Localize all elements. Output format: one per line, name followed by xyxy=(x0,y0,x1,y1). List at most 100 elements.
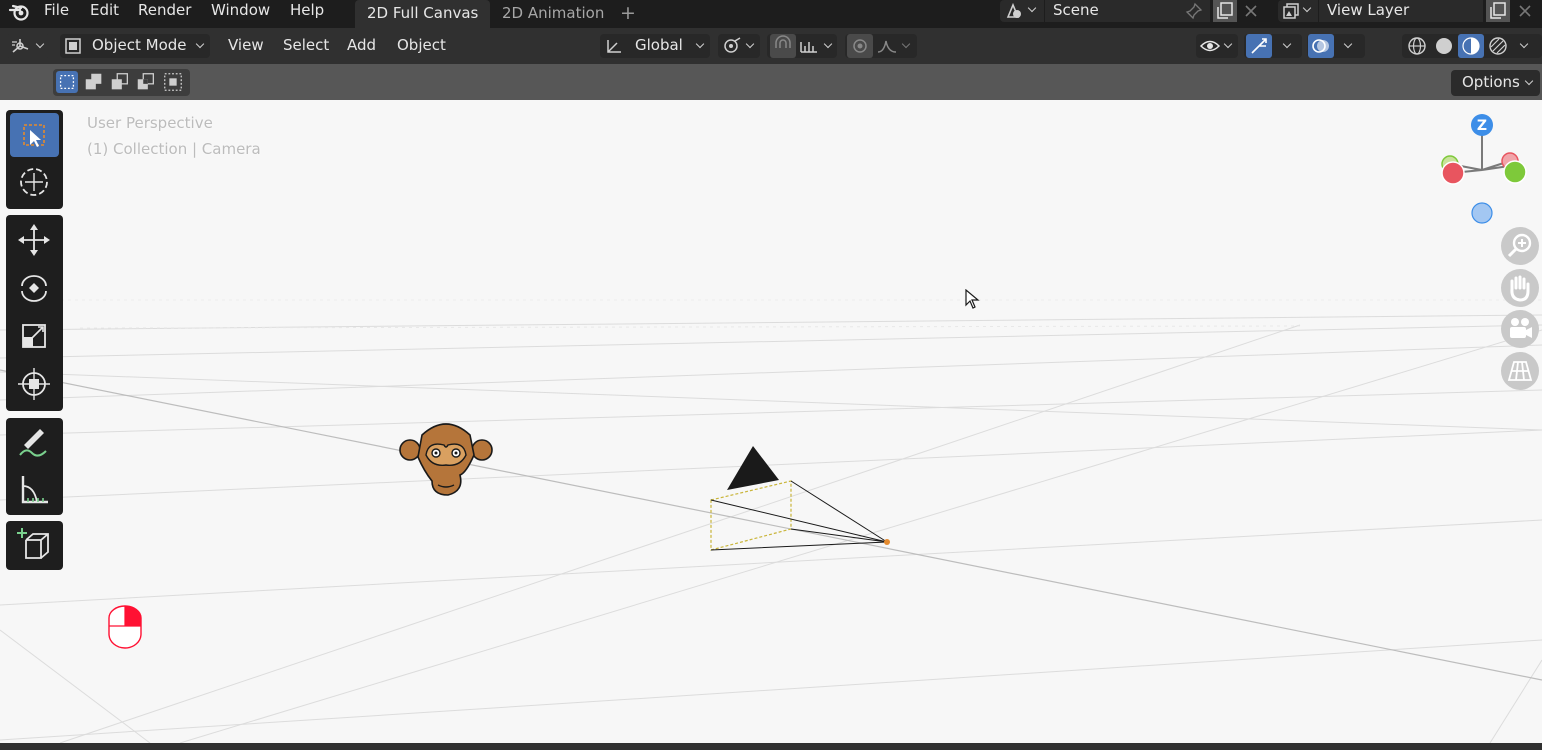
eye-icon xyxy=(1199,40,1221,52)
duplicate-scene-icon[interactable] xyxy=(1213,0,1237,22)
add-cube-tool[interactable] xyxy=(10,524,59,568)
tool-settings-header: Options xyxy=(0,64,1542,100)
annotate-tool[interactable] xyxy=(10,421,59,465)
active-object-overlay: (1) Collection | Camera xyxy=(87,140,261,158)
mode-selector[interactable]: Object Mode xyxy=(60,34,210,58)
menu-add[interactable]: Add xyxy=(347,34,376,58)
ortho-toggle-button[interactable] xyxy=(1501,352,1539,390)
blender-logo-icon[interactable] xyxy=(8,2,32,22)
pan-button[interactable] xyxy=(1501,269,1539,307)
measure-tool[interactable] xyxy=(10,468,59,512)
overlay-icon[interactable] xyxy=(1308,34,1334,58)
menu-file[interactable]: File xyxy=(44,1,69,25)
selection-mode-group xyxy=(53,69,190,96)
chevron-down-icon xyxy=(823,39,833,49)
zoom-button[interactable] xyxy=(1501,227,1539,265)
chevron-down-icon xyxy=(695,39,705,49)
chevron-down-icon xyxy=(1282,39,1292,49)
pin-icon[interactable] xyxy=(1185,2,1203,20)
select-invert-icon[interactable] xyxy=(135,71,157,93)
navigation-gizmo[interactable]: Z xyxy=(1430,112,1536,224)
close-view-layer-icon[interactable] xyxy=(1516,2,1534,20)
cursor-tool[interactable] xyxy=(10,160,59,204)
snap-controls[interactable] xyxy=(767,34,837,58)
menu-select[interactable]: Select xyxy=(283,34,329,58)
select-box-tool[interactable] xyxy=(10,113,59,157)
menu-help[interactable]: Help xyxy=(290,1,324,25)
top-bar: File Edit Render Window Help 2D Full Can… xyxy=(0,0,1542,28)
toolbar-add-group xyxy=(6,521,63,570)
menu-window[interactable]: Window xyxy=(211,1,270,25)
proportional-edit-icon[interactable] xyxy=(847,34,873,58)
menu-object[interactable]: Object xyxy=(397,34,446,58)
add-cube-icon xyxy=(17,528,49,559)
tab-2d-full-canvas[interactable]: 2D Full Canvas xyxy=(355,0,491,28)
transform-orientation-selector[interactable]: Global xyxy=(600,34,710,58)
falloff-icon[interactable] xyxy=(876,38,900,54)
chevron-down-icon xyxy=(1027,3,1037,13)
transform-tool[interactable] xyxy=(10,362,59,406)
annotate-icon xyxy=(19,429,47,457)
camera-view-button[interactable] xyxy=(1501,310,1539,348)
view-layer-name-field[interactable]: View Layer xyxy=(1319,0,1483,22)
move-tool[interactable] xyxy=(10,218,59,262)
visibility-selector[interactable] xyxy=(1196,34,1238,58)
rendered-shading-icon[interactable] xyxy=(1485,34,1511,58)
suzanne-monkey-object[interactable] xyxy=(398,415,494,499)
close-scene-icon[interactable] xyxy=(1242,2,1260,20)
snap-magnet-icon[interactable] xyxy=(770,34,796,58)
overlay-toggle[interactable] xyxy=(1307,34,1365,58)
transform-icon xyxy=(18,368,50,400)
tab-2d-animation[interactable]: 2D Animation xyxy=(490,0,616,28)
3d-viewport[interactable]: User Perspective (1) Collection | Camera xyxy=(0,100,1542,743)
select-new-icon[interactable] xyxy=(56,71,78,93)
gizmo-toggle[interactable] xyxy=(1244,34,1302,58)
scene-name-field[interactable]: Scene xyxy=(1045,0,1210,22)
mouse-button-indicator-icon xyxy=(108,605,142,649)
gizmo-icon[interactable] xyxy=(1246,34,1272,58)
chevron-down-icon xyxy=(1524,76,1534,86)
view-layer-browse-button[interactable] xyxy=(1278,0,1318,22)
orientation-label: Global xyxy=(635,36,683,54)
rotate-icon xyxy=(21,275,47,302)
menu-view[interactable]: View xyxy=(228,34,264,58)
scale-icon xyxy=(22,324,46,348)
select-extend-icon[interactable] xyxy=(83,71,105,93)
add-workspace-button[interactable]: + xyxy=(608,0,648,28)
camera-object[interactable] xyxy=(705,440,895,555)
select-box-icon xyxy=(23,124,45,147)
chevron-down-icon xyxy=(35,39,45,49)
menu-render[interactable]: Render xyxy=(138,1,191,25)
snap-increment-icon[interactable] xyxy=(799,38,821,54)
shading-selector[interactable] xyxy=(1402,34,1542,58)
material-shading-icon[interactable] xyxy=(1458,34,1484,58)
pan-hand-icon xyxy=(1510,275,1530,302)
wireframe-shading-icon[interactable] xyxy=(1404,34,1430,58)
chevron-down-icon xyxy=(1223,39,1233,49)
object-mode-icon xyxy=(65,38,81,54)
toolbar-select-group xyxy=(6,110,63,209)
scene-browse-button[interactable] xyxy=(1000,0,1044,22)
chevron-down-icon xyxy=(901,39,911,49)
measure-icon xyxy=(21,476,48,504)
toolbar-annotate-group xyxy=(6,418,63,515)
options-label: Options xyxy=(1462,73,1520,91)
rotate-tool[interactable] xyxy=(10,266,59,310)
pivot-point-selector[interactable] xyxy=(718,34,760,58)
solid-shading-icon[interactable] xyxy=(1431,34,1457,58)
camera-view-icon xyxy=(1510,318,1532,338)
pivot-icon xyxy=(724,37,741,53)
scale-tool[interactable] xyxy=(10,314,59,358)
toolbar-transform-group xyxy=(6,215,63,411)
move-icon xyxy=(18,224,50,256)
options-dropdown[interactable]: Options xyxy=(1451,70,1540,96)
chevron-down-icon xyxy=(745,39,755,49)
editor-type-button[interactable] xyxy=(6,34,50,58)
duplicate-view-layer-icon[interactable] xyxy=(1486,0,1510,22)
select-intersect-icon[interactable] xyxy=(162,71,184,93)
select-subtract-icon[interactable] xyxy=(109,71,131,93)
proportional-editing-controls[interactable] xyxy=(845,34,917,58)
chevron-down-icon xyxy=(1302,3,1312,13)
viewport-grid xyxy=(0,299,1542,743)
menu-edit[interactable]: Edit xyxy=(90,1,119,25)
